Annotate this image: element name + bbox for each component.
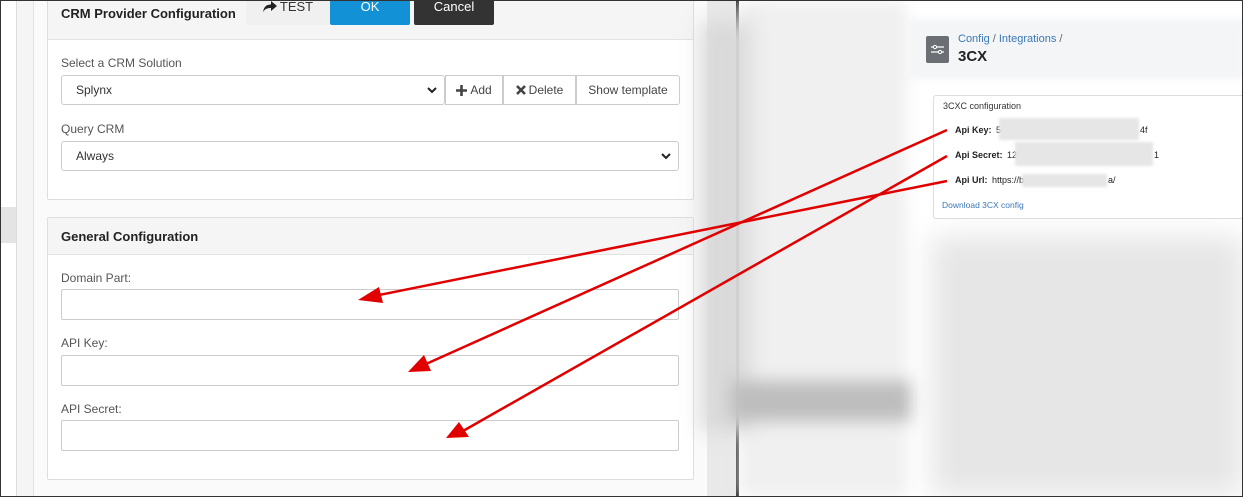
arrow-url-to-domain xyxy=(378,179,948,297)
annotation-arrows xyxy=(358,128,948,438)
arrowhead-apikey xyxy=(408,355,431,372)
screenshot-frame: CRM Provider Configuration TEST OK Cance… xyxy=(0,0,1243,497)
arrowhead-domain xyxy=(358,287,383,303)
arrow-key-to-apikey xyxy=(425,128,948,366)
arrow-secret-to-apisecret xyxy=(462,154,948,433)
